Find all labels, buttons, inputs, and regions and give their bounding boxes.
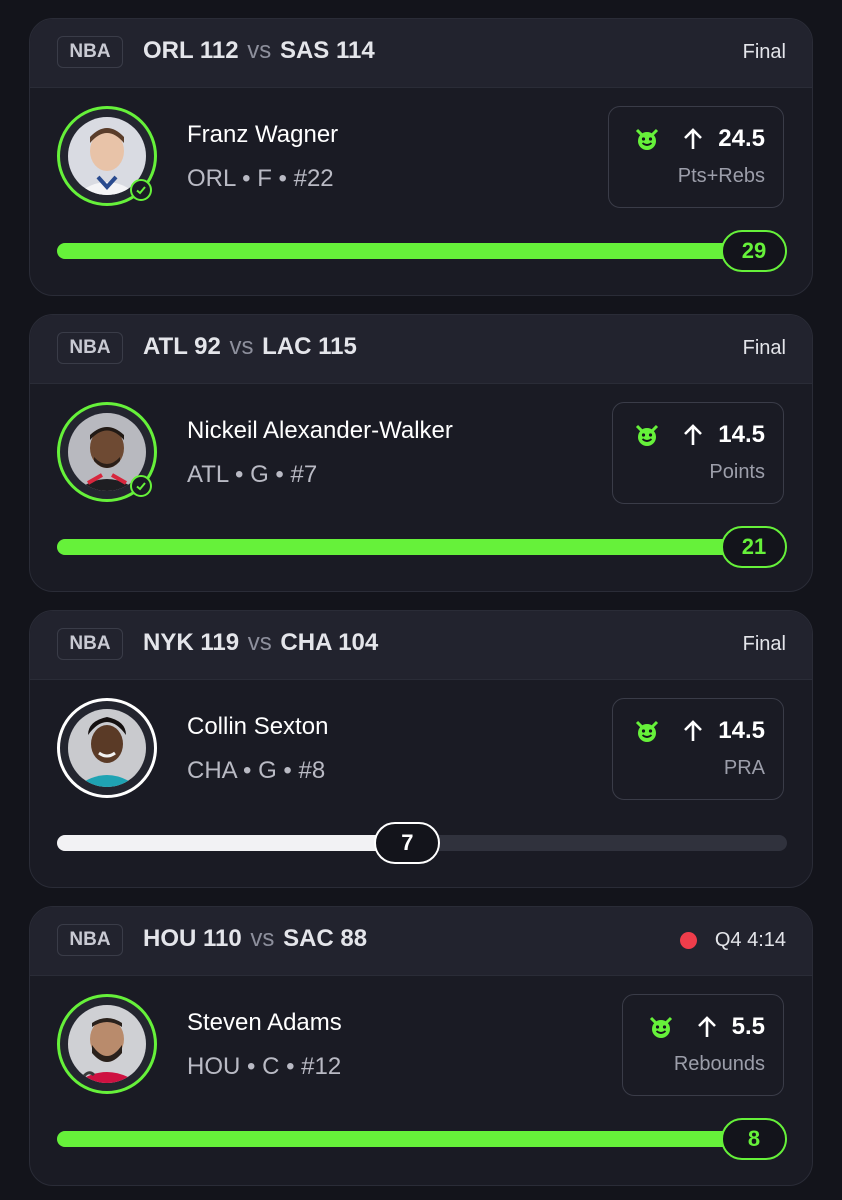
away-score: 110: [203, 925, 242, 952]
home-score: 115: [318, 333, 357, 360]
up-arrow-icon: [682, 423, 704, 447]
prop-line-row: 14.5: [634, 717, 765, 745]
player-name: Franz Wagner: [187, 121, 339, 148]
home-score: 114: [336, 37, 375, 64]
prop-line-row: 24.5: [634, 125, 765, 153]
league-badge: NBA: [57, 332, 123, 364]
player-meta: HOU • C • #12: [187, 1053, 342, 1080]
game-header: NBA ATL 92 vs LAC 115 Final: [30, 315, 812, 384]
game-status-text: Final: [742, 633, 786, 655]
matchup-score: ORL 112 vs SAS 114: [143, 37, 375, 65]
up-arrow-icon: [682, 719, 704, 743]
progress-track: 7: [57, 822, 787, 864]
player-photo: [68, 1005, 146, 1083]
check-icon: [130, 179, 152, 201]
game-status: Q4 4:14: [679, 929, 786, 952]
matchup-score: ATL 92 vs LAC 115: [143, 333, 357, 361]
progress-track: 21: [57, 526, 787, 568]
away-score: 92: [194, 333, 221, 360]
player-meta: ORL • F • #22: [187, 165, 334, 192]
game-status-text: Final: [742, 41, 786, 63]
game-status: Final: [743, 633, 786, 656]
prop-stat: Pts+Rebs: [677, 165, 765, 187]
home-team: LAC: [262, 333, 312, 360]
league-badge: NBA: [57, 924, 123, 956]
pick-card[interactable]: NBA HOU 110 vs SAC 88 Q4 4:14 Steven Ada…: [29, 906, 813, 1186]
game-status-text: Q4 4:14: [714, 929, 786, 951]
player-avatar[interactable]: [57, 994, 157, 1094]
progress-fill: [57, 835, 408, 851]
player-meta: ATL • G • #7: [187, 461, 318, 488]
live-dot-icon: [679, 932, 697, 949]
home-score: 88: [340, 925, 368, 952]
player-name: Steven Adams: [187, 1009, 342, 1036]
away-team: HOU: [143, 925, 197, 952]
prop-line-row: 5.5: [648, 1013, 765, 1041]
prop-box[interactable]: 14.5 Points: [612, 402, 784, 504]
check-icon: [130, 475, 152, 497]
vs-label: vs: [250, 925, 275, 952]
player-name: Collin Sexton: [187, 713, 329, 740]
prop-line: 14.5: [718, 717, 765, 744]
matchup-score: HOU 110 vs SAC 88: [143, 925, 367, 953]
prop-stat: Rebounds: [673, 1053, 765, 1075]
game-header: NBA ORL 112 vs SAS 114 Final: [30, 19, 812, 88]
progress-fill: [57, 539, 767, 555]
prop-line: 5.5: [731, 1013, 765, 1040]
player-avatar[interactable]: [57, 106, 157, 206]
vs-label: vs: [247, 37, 272, 64]
up-arrow-icon: [682, 127, 704, 151]
progress-fill: [57, 243, 767, 259]
devil-icon: [648, 1014, 674, 1040]
player-meta: CHA • G • #8: [187, 757, 326, 784]
prop-stat: PRA: [723, 757, 765, 779]
progress-track: 8: [57, 1118, 787, 1160]
player-photo: [68, 709, 146, 787]
away-team: ORL: [143, 37, 194, 64]
home-team: SAC: [283, 925, 334, 952]
prop-line: 24.5: [718, 125, 765, 152]
game-status-text: Final: [742, 337, 786, 359]
result-pill: 7: [374, 822, 441, 864]
home-team: SAS: [279, 37, 330, 64]
away-team: ATL: [143, 333, 188, 360]
away-score: 112: [199, 37, 239, 64]
progress-track: 29: [57, 230, 787, 272]
prop-line: 14.5: [718, 421, 765, 448]
progress-fill: [57, 1131, 767, 1147]
pick-card[interactable]: NBA ATL 92 vs LAC 115 Final Nickeil Alex…: [29, 314, 813, 592]
game-header: NBA HOU 110 vs SAC 88 Q4 4:14: [30, 907, 812, 976]
up-arrow-icon: [696, 1015, 718, 1039]
game-header: NBA NYK 119 vs CHA 104 Final: [30, 611, 812, 680]
game-status: Final: [743, 41, 786, 64]
league-badge: NBA: [57, 36, 123, 68]
vs-label: vs: [229, 333, 254, 360]
player-avatar[interactable]: [57, 698, 157, 798]
league-badge: NBA: [57, 628, 123, 660]
devil-icon: [634, 422, 660, 448]
home-score: 104: [338, 629, 379, 656]
player-name: Nickeil Alexander-Walker: [187, 417, 453, 444]
prop-box[interactable]: 14.5 PRA: [612, 698, 784, 800]
prop-box[interactable]: 5.5 Rebounds: [622, 994, 784, 1096]
vs-label: vs: [247, 629, 272, 656]
result-pill: 29: [721, 230, 787, 272]
home-team: CHA: [280, 629, 332, 656]
matchup-score: NYK 119 vs CHA 104: [143, 629, 378, 657]
away-score: 119: [200, 629, 240, 656]
player-avatar[interactable]: [57, 402, 157, 502]
prop-stat: Points: [709, 461, 765, 483]
devil-icon: [634, 718, 660, 744]
prop-box[interactable]: 24.5 Pts+Rebs: [608, 106, 784, 208]
away-team: NYK: [143, 629, 194, 656]
result-pill: 21: [721, 526, 787, 568]
game-status: Final: [743, 337, 786, 360]
result-pill: 8: [721, 1118, 787, 1160]
pick-card[interactable]: NBA ORL 112 vs SAS 114 Final Franz Wagne…: [29, 18, 813, 296]
prop-line-row: 14.5: [634, 421, 765, 449]
devil-icon: [634, 126, 660, 152]
pick-card[interactable]: NBA NYK 119 vs CHA 104 Final Collin Sext…: [29, 610, 813, 888]
